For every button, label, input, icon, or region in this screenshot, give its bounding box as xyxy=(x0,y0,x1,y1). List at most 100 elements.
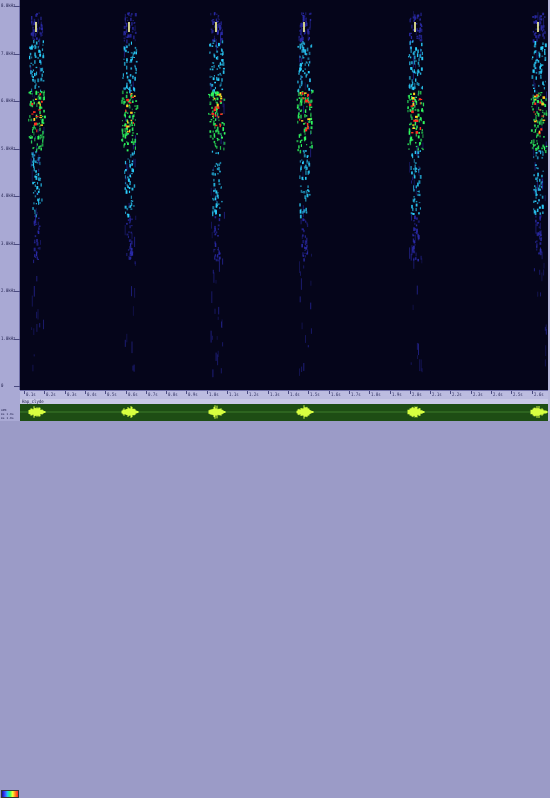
spectral-peak xyxy=(304,92,307,94)
spectral-energy xyxy=(31,16,33,20)
spectral-noise xyxy=(409,247,411,259)
spectral-energy xyxy=(216,68,218,70)
spectral-energy xyxy=(538,226,540,229)
spectral-energy xyxy=(413,70,416,73)
spectral-energy xyxy=(539,232,541,236)
spectral-energy xyxy=(300,114,302,119)
spectral-energy xyxy=(416,37,418,39)
spectral-energy xyxy=(308,170,310,174)
spectral-energy xyxy=(130,121,133,124)
spectral-energy xyxy=(126,58,128,62)
spectral-energy xyxy=(128,43,130,47)
spectral-noise xyxy=(311,253,312,257)
spectral-energy xyxy=(222,70,225,74)
waveform-track[interactable] xyxy=(20,404,548,421)
spectral-energy xyxy=(213,178,215,182)
spectrogram-canvas[interactable] xyxy=(20,0,548,390)
spectral-energy xyxy=(417,155,420,158)
spectral-noise xyxy=(124,339,126,347)
call-onset-marker xyxy=(215,22,217,32)
spectral-energy xyxy=(536,176,539,180)
spectral-peak xyxy=(534,113,536,115)
spectral-energy xyxy=(209,75,211,78)
spectral-energy xyxy=(540,25,543,27)
spectral-energy xyxy=(537,125,539,128)
spectral-energy xyxy=(34,72,36,77)
spectral-energy xyxy=(210,119,213,121)
spectral-peak xyxy=(534,102,537,105)
spectral-energy xyxy=(36,143,38,146)
waveform-burst xyxy=(121,406,139,418)
spectral-energy xyxy=(533,63,536,68)
spectral-energy xyxy=(407,109,409,113)
spectral-energy xyxy=(545,99,547,102)
spectral-energy xyxy=(132,75,134,79)
spectral-energy xyxy=(542,42,544,45)
spectral-energy xyxy=(33,40,35,44)
spectrogram-view[interactable] xyxy=(20,0,548,390)
time-tick xyxy=(268,391,269,394)
time-label: 2.2s xyxy=(452,392,462,397)
spectral-energy xyxy=(414,82,416,87)
spectral-energy xyxy=(124,124,126,127)
spectral-energy xyxy=(36,239,38,242)
spectral-energy xyxy=(534,189,537,193)
spectral-energy xyxy=(126,82,128,86)
spectral-noise xyxy=(420,359,422,372)
spectral-energy xyxy=(214,234,216,236)
spectral-energy xyxy=(34,235,37,238)
spectral-noise xyxy=(212,369,214,378)
spectral-noise xyxy=(545,345,547,357)
spectral-energy xyxy=(129,243,132,247)
spectral-noise xyxy=(36,192,38,196)
spectral-energy xyxy=(135,100,138,102)
spectral-energy xyxy=(535,186,537,190)
spectral-energy xyxy=(407,143,410,146)
spectral-energy xyxy=(414,257,417,260)
spectral-energy xyxy=(126,207,129,211)
spectral-energy xyxy=(219,25,222,29)
spectral-energy xyxy=(123,58,125,60)
time-ruler[interactable]: 0.1s 0.2s 0.3s 0.4s 0.5s 0.6s 0.7s 0.8s 0.9s 1.0s… xyxy=(20,390,548,399)
spectral-energy xyxy=(222,62,225,66)
spectral-energy xyxy=(208,95,211,98)
spectral-energy xyxy=(416,53,419,58)
color-palette-swatch[interactable] xyxy=(1,790,19,798)
waveform-canvas[interactable] xyxy=(20,404,548,421)
spectral-energy xyxy=(299,55,301,58)
spectral-energy xyxy=(211,30,213,34)
spectral-energy xyxy=(215,210,217,215)
spectral-energy xyxy=(213,248,215,253)
spectral-energy xyxy=(33,18,36,22)
spectral-energy xyxy=(302,228,304,231)
spectral-energy xyxy=(218,119,220,122)
spectral-energy xyxy=(218,42,220,47)
spectral-energy xyxy=(217,78,220,81)
spectral-energy xyxy=(304,42,306,46)
spectral-energy xyxy=(416,168,418,170)
spectral-energy xyxy=(131,168,134,172)
spectral-noise xyxy=(38,168,40,172)
spectral-peak xyxy=(130,93,133,95)
spectral-energy xyxy=(39,127,41,132)
spectral-energy xyxy=(213,230,215,233)
spectral-energy xyxy=(544,59,546,61)
spectral-noise xyxy=(37,128,39,133)
spectral-energy xyxy=(41,143,44,147)
spectral-noise xyxy=(129,172,131,175)
spectral-energy xyxy=(136,105,139,109)
spectral-energy xyxy=(414,108,417,111)
spectral-energy xyxy=(34,154,36,157)
spectral-energy xyxy=(33,46,35,48)
spectral-energy xyxy=(301,243,303,248)
spectral-energy xyxy=(37,258,39,260)
spectral-energy xyxy=(300,144,302,147)
spectral-energy xyxy=(32,69,34,72)
spectral-energy xyxy=(538,199,540,202)
spectral-peak xyxy=(131,96,134,98)
spectral-noise xyxy=(214,308,216,314)
spectral-energy xyxy=(532,56,534,59)
spectral-noise xyxy=(36,159,38,162)
spectral-peak xyxy=(419,102,421,105)
spectral-energy xyxy=(411,154,413,157)
